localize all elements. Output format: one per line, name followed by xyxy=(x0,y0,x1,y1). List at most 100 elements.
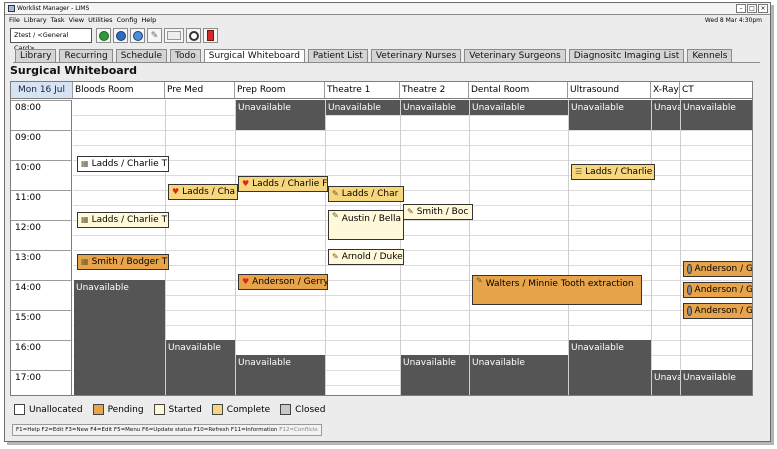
menu-config[interactable]: Config xyxy=(117,15,138,26)
syringe-icon: ✎ xyxy=(407,207,414,216)
tab-recurring[interactable]: Recurring xyxy=(59,49,113,63)
minimize-button[interactable]: – xyxy=(736,4,746,13)
whiteboard-grid: Mon 16 Jul Bloods Room Pre Med Prep Room… xyxy=(10,81,753,396)
syringe-icon: ✎ xyxy=(332,211,339,220)
grid-col-line xyxy=(651,100,652,395)
appointment-block[interactable]: ▦ Smith / Bodger T xyxy=(77,254,169,270)
menu-view[interactable]: View xyxy=(69,15,84,26)
unavailable-block: Unavailable xyxy=(401,355,469,395)
form-button[interactable] xyxy=(164,28,184,43)
tab-veterinary-surgeons[interactable]: Veterinary Surgeons xyxy=(464,49,566,63)
menu-utilities[interactable]: Utilities xyxy=(88,15,112,26)
appointment-label: Smith / Boc xyxy=(416,207,469,217)
tab-surgical-whiteboard[interactable]: Surgical Whiteboard xyxy=(203,49,305,63)
tab-schedule[interactable]: Schedule xyxy=(115,49,168,63)
unavailable-block: Unavailable xyxy=(236,355,325,395)
time-slot-1200: 12:00 xyxy=(11,220,72,250)
time-slot-1100: 11:00 xyxy=(11,190,72,220)
unavailable-block: Unavailable xyxy=(166,340,235,395)
appointment-block[interactable]: ✎ Austin / Bella xyxy=(328,210,404,240)
appointment-label: Anderson / Gerry xyxy=(252,277,328,287)
page-title: Surgical Whiteboard xyxy=(10,64,137,77)
appointment-block[interactable]: Anderson / G xyxy=(683,303,752,319)
card-select[interactable]: Ztest / <General Card> xyxy=(10,28,92,52)
legend-swatch xyxy=(153,404,165,415)
legend-swatch xyxy=(92,404,104,415)
time-slot-1500: 15:00 xyxy=(11,310,72,340)
menu-help[interactable]: Help xyxy=(141,15,156,26)
avatar-icon xyxy=(687,285,692,295)
appointment-label: Ladds / Charlie F xyxy=(252,179,328,189)
paw-icon: ▦ xyxy=(81,215,89,224)
unavailable-block: Unavailable xyxy=(236,100,325,130)
column-bloods-room: Bloods Room xyxy=(73,82,165,99)
appointment-block[interactable]: ✎ Ladds / Char xyxy=(328,186,404,202)
shortcut-hints: F1=Help F2=Edit F3=New F4=Edit F5=Menu F… xyxy=(16,427,278,433)
syringe-icon: ✎ xyxy=(476,276,483,285)
legend-label: Pending xyxy=(107,404,144,415)
appointment-block[interactable]: Anderson / G xyxy=(683,261,752,277)
status-legend: Unallocated Pending Started Complete Clo… xyxy=(14,404,331,415)
appointment-block[interactable]: ♥ Ladds / Charlie F xyxy=(238,176,328,192)
probe-icon: ☰ xyxy=(575,167,583,176)
unavailable-block: Unavailable xyxy=(681,100,752,130)
tab-patient-list[interactable]: Patient List xyxy=(307,49,368,63)
column-prep-room: Prep Room xyxy=(235,82,325,99)
column-dental-room: Dental Room xyxy=(469,82,568,99)
unavailable-block: Unavailable xyxy=(569,100,651,130)
tab-divider xyxy=(13,62,760,63)
legend-swatch xyxy=(211,404,223,415)
form-icon xyxy=(167,31,181,40)
legend-swatch xyxy=(14,404,25,415)
appointment-label: Ladds / Char xyxy=(341,189,399,199)
tab-kennels[interactable]: Kennels xyxy=(687,49,733,63)
help-icon xyxy=(132,30,143,41)
grid-col-line xyxy=(680,100,681,395)
date-header[interactable]: Mon 16 Jul xyxy=(11,82,73,99)
window-title: Worklist Manager - LIMS xyxy=(17,5,90,12)
heart-icon: ♥ xyxy=(242,179,250,188)
appointment-label: Ladds / Charlie T xyxy=(91,159,168,169)
refresh-button[interactable] xyxy=(186,28,201,43)
time-slot-1000: 10:00 xyxy=(11,160,72,190)
menu-library[interactable]: Library xyxy=(24,15,47,26)
appointment-block[interactable]: ♥ Anderson / Gerry xyxy=(238,274,328,290)
add-button[interactable] xyxy=(96,28,111,43)
unavailable-block: Unavailable xyxy=(681,370,752,395)
exit-icon xyxy=(207,30,214,41)
tab-todo[interactable]: Todo xyxy=(170,49,201,63)
unavailable-block: Unavailable xyxy=(470,100,568,115)
maximize-button[interactable]: □ xyxy=(747,4,757,13)
appointment-block[interactable]: ▦ Ladds / Charlie T xyxy=(77,156,169,172)
unavailable-block: Unavailable xyxy=(326,100,400,115)
appointment-block[interactable]: ✎ Arnold / Duke xyxy=(328,249,404,265)
close-button[interactable]: × xyxy=(758,4,768,13)
menu-file[interactable]: File xyxy=(9,15,20,26)
column-ultrasound: Ultrasound xyxy=(568,82,651,99)
app-icon xyxy=(8,5,15,12)
legend-label: Unallocated xyxy=(29,404,83,415)
appointment-label: Ladds / Charlie xyxy=(585,167,653,177)
help-button[interactable] xyxy=(130,28,145,43)
syringe-icon: ✎ xyxy=(332,189,339,198)
appointment-block[interactable]: ♥ Ladds / Cha xyxy=(168,184,238,200)
exit-button[interactable] xyxy=(203,28,218,43)
legend-closed: Closed xyxy=(280,404,325,415)
tab-diagnostic-imaging-list[interactable]: Diagnositc Imaging List xyxy=(568,49,685,63)
appointment-block[interactable]: ▦ Ladds / Charlie T xyxy=(77,212,169,228)
tab-library[interactable]: Library xyxy=(15,49,57,63)
appointment-block[interactable]: ☰ Ladds / Charlie xyxy=(571,164,655,180)
info-button[interactable] xyxy=(113,28,128,43)
appointment-label: Ladds / Charlie T xyxy=(91,215,168,225)
appointment-block[interactable]: ✎ Walters / Minnie Tooth extraction xyxy=(472,275,642,305)
grid-col-line xyxy=(400,100,401,395)
appointment-block[interactable]: ✎ Smith / Boc xyxy=(403,204,473,220)
appointment-block[interactable]: Anderson / G xyxy=(683,282,752,298)
tab-veterinary-nurses[interactable]: Veterinary Nurses xyxy=(370,49,462,63)
time-slot-1400: 14:00 xyxy=(11,280,72,310)
legend-swatch xyxy=(280,404,292,415)
edit-button[interactable]: ✎ xyxy=(147,28,162,43)
avatar-icon xyxy=(687,264,692,274)
legend-label: Started xyxy=(168,404,202,415)
menu-task[interactable]: Task xyxy=(51,15,65,26)
